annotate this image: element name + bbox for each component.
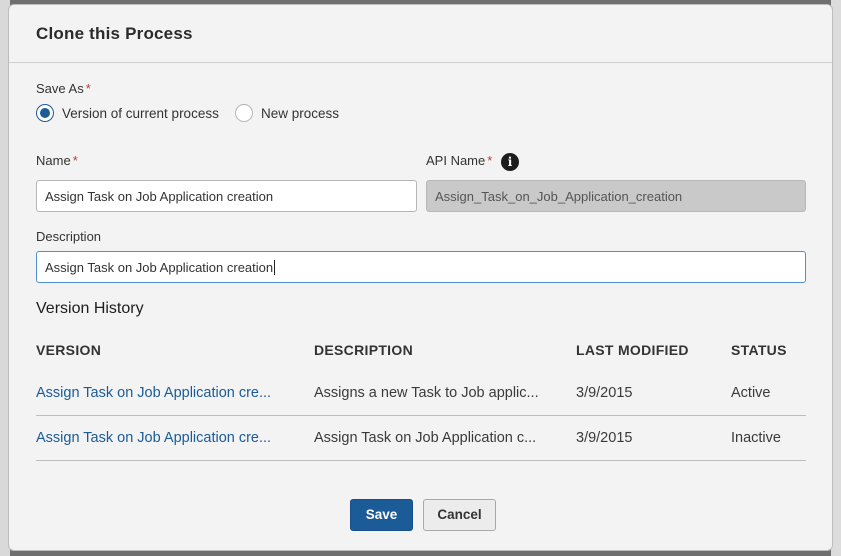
version-status: Inactive	[731, 430, 781, 446]
clone-process-dialog: Clone this Process Save As * Version of c…	[8, 4, 833, 551]
column-header-description[interactable]: DESCRIPTION	[314, 342, 413, 358]
text-caret	[274, 260, 276, 275]
required-mark: *	[487, 153, 493, 168]
dialog-header: Clone this Process	[9, 5, 832, 63]
radio-button-checked[interactable]	[36, 104, 54, 122]
radio-button-unchecked[interactable]	[235, 104, 253, 122]
description-input-value: Assign Task on Job Application creation	[45, 260, 274, 275]
save-as-label-text: Save As	[36, 81, 84, 96]
name-label-text: Name	[36, 153, 71, 168]
name-label: Name *	[36, 153, 78, 168]
api-name-input: Assign_Task_on_Job_Application_creation	[426, 180, 806, 212]
info-icon[interactable]: i	[501, 153, 519, 171]
radio-label-new-process: New process	[261, 105, 340, 121]
radio-option-new-process[interactable]: New process	[235, 104, 339, 122]
description-label: Description	[36, 229, 102, 244]
version-description: Assign Task on Job Application c...	[314, 430, 537, 446]
name-input[interactable]: Assign Task on Job Application creation	[36, 180, 417, 212]
save-as-label: Save As *	[36, 81, 91, 96]
dialog-title: Clone this Process	[36, 24, 193, 43]
version-link[interactable]: Assign Task on Job Application cre...	[36, 430, 271, 446]
version-link[interactable]: Assign Task on Job Application cre...	[36, 385, 271, 401]
row-divider	[36, 460, 806, 461]
column-header-last-modified[interactable]: LAST MODIFIED	[576, 342, 689, 358]
column-header-status[interactable]: STATUS	[731, 342, 787, 358]
save-button[interactable]: Save	[350, 499, 413, 531]
version-description: Assigns a new Task to Job applic...	[314, 385, 539, 401]
description-input[interactable]: Assign Task on Job Application creation	[36, 251, 806, 283]
version-last-modified: 3/9/2015	[576, 385, 633, 401]
cancel-button[interactable]: Cancel	[423, 499, 496, 531]
version-history-title: Version History	[36, 300, 144, 317]
required-mark: *	[85, 81, 91, 96]
api-name-label-text: API Name	[426, 153, 486, 168]
version-status: Active	[731, 385, 771, 401]
radio-label-version: Version of current process	[62, 105, 219, 121]
row-divider	[36, 415, 806, 416]
version-last-modified: 3/9/2015	[576, 430, 633, 446]
required-mark: *	[72, 153, 78, 168]
radio-option-version[interactable]: Version of current process	[36, 104, 219, 122]
column-header-version[interactable]: VERSION	[36, 342, 101, 358]
api-name-label: API Name *	[426, 153, 492, 168]
